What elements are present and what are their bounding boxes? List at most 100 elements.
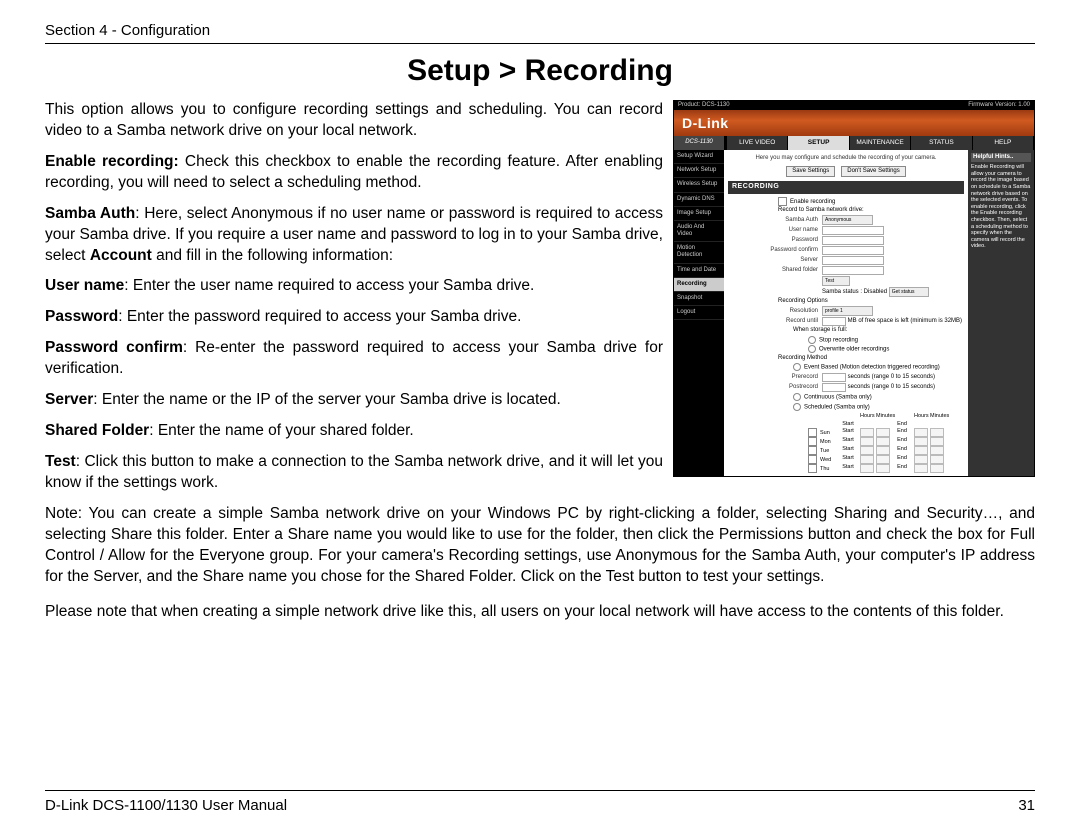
end-hours-input[interactable]: [914, 428, 928, 437]
event-based-radio[interactable]: [793, 363, 801, 371]
server-paragraph: Server: Enter the name or the IP of the …: [45, 390, 663, 411]
full-width-text: Note: You can create a simple Samba netw…: [45, 504, 1035, 623]
end-hours-input[interactable]: [914, 446, 928, 455]
record-until-label: Record until: [728, 318, 822, 325]
tab-help[interactable]: HELP: [973, 136, 1034, 150]
sidebar-item-network-setup[interactable]: Network Setup: [674, 164, 724, 178]
password-confirm-paragraph: Password confirm: Re-enter the password …: [45, 338, 663, 380]
stop-recording-radio[interactable]: [808, 336, 816, 344]
closing-paragraph: Please note that when creating a simple …: [45, 602, 1035, 623]
sidebar-item-motion-detection[interactable]: Motion Detection: [674, 242, 724, 263]
start-minutes-input[interactable]: [876, 428, 890, 437]
start-minutes-input[interactable]: [876, 437, 890, 446]
day-checkbox[interactable]: [808, 437, 817, 446]
day-checkbox[interactable]: [808, 455, 817, 464]
router-screenshot: Product: DCS-1130 Firmware Version: 1.00…: [673, 100, 1035, 477]
day-checkbox[interactable]: [808, 464, 817, 473]
footer-page-number: 31: [1018, 797, 1035, 814]
recording-options-header: Recording Options: [728, 298, 964, 305]
postrecord-label: Postrecord: [728, 384, 822, 391]
storage-full-label: When storage is full:: [728, 327, 964, 334]
prerecord-label: Prerecord: [728, 374, 822, 381]
resolution-select[interactable]: profile 1: [822, 306, 873, 316]
start-hours-input[interactable]: [860, 455, 874, 464]
brand-banner: D-Link: [674, 110, 1034, 136]
end-minutes-input[interactable]: [930, 437, 944, 446]
end-minutes-input[interactable]: [930, 455, 944, 464]
postrecord-suffix: seconds (range 0 to 15 seconds): [848, 384, 935, 391]
start-minutes-input[interactable]: [876, 455, 890, 464]
tab-setup[interactable]: SETUP: [788, 136, 849, 150]
end-minutes-input[interactable]: [930, 446, 944, 455]
sidebar-item-logout[interactable]: Logout: [674, 306, 724, 320]
sidebar-item-image-setup[interactable]: Image Setup: [674, 207, 724, 221]
enable-recording-paragraph: Enable recording: Check this checkbox to…: [45, 152, 663, 194]
start-hours-input[interactable]: [860, 446, 874, 455]
product-label: Product: DCS-1130: [678, 102, 730, 109]
schedule-grid: HoursMinutesHoursMinutes StartEnd: [728, 413, 964, 428]
samba-status-label: Samba status : Disabled: [822, 289, 887, 296]
password-label: Password: [728, 237, 822, 244]
server-input[interactable]: [822, 256, 884, 265]
day-checkbox[interactable]: [808, 446, 817, 455]
day-checkbox[interactable]: [808, 428, 817, 437]
page-description: Here you may configure and schedule the …: [728, 155, 964, 162]
enable-recording-checkbox[interactable]: [778, 197, 787, 206]
sidebar-item-recording[interactable]: Recording: [674, 278, 724, 292]
end-hours-input[interactable]: [914, 455, 928, 464]
record-until-suffix: MB of free space is left (minimum is 32M…: [848, 318, 962, 325]
note-paragraph: Note: You can create a simple Samba netw…: [45, 504, 1035, 588]
end-minutes-input[interactable]: [930, 428, 944, 437]
server-label: Server: [728, 257, 822, 264]
sidebar-item-wireless-setup[interactable]: Wireless Setup: [674, 178, 724, 192]
start-hours-input[interactable]: [860, 464, 874, 473]
overwrite-label: Overwrite older recordings: [819, 347, 889, 353]
section-header: Section 4 - Configuration: [45, 22, 1035, 44]
end-minutes-input[interactable]: [930, 464, 944, 473]
password-confirm-input[interactable]: [822, 246, 884, 255]
sidebar-item-dynamic-dns[interactable]: Dynamic DNS: [674, 193, 724, 207]
helpful-hints-header: Helpful Hints..: [971, 153, 1031, 162]
postrecord-input[interactable]: [822, 383, 846, 392]
overwrite-radio[interactable]: [808, 345, 816, 353]
password-confirm-label: Password confirm: [728, 247, 822, 254]
get-status-button[interactable]: Get status: [889, 287, 929, 297]
user-name-label: User name: [728, 227, 822, 234]
password-paragraph: Password: Enter the password required to…: [45, 307, 663, 328]
record-to-label: Record to Samba network drive:: [728, 207, 964, 214]
start-minutes-input[interactable]: [876, 464, 890, 473]
prerecord-input[interactable]: [822, 373, 846, 382]
samba-auth-label: Samba Auth: [728, 217, 822, 224]
shared-folder-label: Shared folder: [728, 267, 822, 274]
test-button[interactable]: Test: [822, 276, 850, 286]
sidebar-item-setup-wizard[interactable]: Setup Wizard: [674, 150, 724, 164]
tab-live-video[interactable]: LIVE VIDEO: [727, 136, 788, 150]
footer-left: D-Link DCS-1100/1130 User Manual: [45, 797, 287, 814]
user-name-paragraph: User name: Enter the user name required …: [45, 276, 663, 297]
record-until-input[interactable]: [822, 317, 846, 326]
end-hours-input[interactable]: [914, 437, 928, 446]
event-based-label: Event Based (Motion detection triggered …: [804, 365, 940, 371]
user-name-input[interactable]: [822, 226, 884, 235]
helpful-hints-panel: Helpful Hints.. Enable Recording will al…: [968, 150, 1034, 476]
sidebar-item-snapshot[interactable]: Snapshot: [674, 292, 724, 306]
samba-auth-select[interactable]: Anonymous: [822, 215, 873, 225]
password-input[interactable]: [822, 236, 884, 245]
dont-save-settings-button[interactable]: Don't Save Settings: [841, 166, 906, 177]
page-title: Setup > Recording: [45, 54, 1035, 88]
continuous-radio[interactable]: [793, 393, 801, 401]
shared-folder-input[interactable]: [822, 266, 884, 275]
sidebar-item-time-date[interactable]: Time and Date: [674, 264, 724, 278]
sidebar-item-audio-video[interactable]: Audio And Video: [674, 221, 724, 242]
scheduled-radio[interactable]: [793, 403, 801, 411]
save-settings-button[interactable]: Save Settings: [786, 166, 835, 177]
end-hours-input[interactable]: [914, 464, 928, 473]
body-text-column: This option allows you to configure reco…: [45, 100, 663, 504]
start-hours-input[interactable]: [860, 437, 874, 446]
tab-status[interactable]: STATUS: [911, 136, 972, 150]
tab-maintenance[interactable]: MAINTENANCE: [850, 136, 911, 150]
start-minutes-input[interactable]: [876, 446, 890, 455]
sidebar: Setup Wizard Network Setup Wireless Setu…: [674, 150, 724, 476]
resolution-label: Resolution: [728, 308, 822, 315]
start-hours-input[interactable]: [860, 428, 874, 437]
